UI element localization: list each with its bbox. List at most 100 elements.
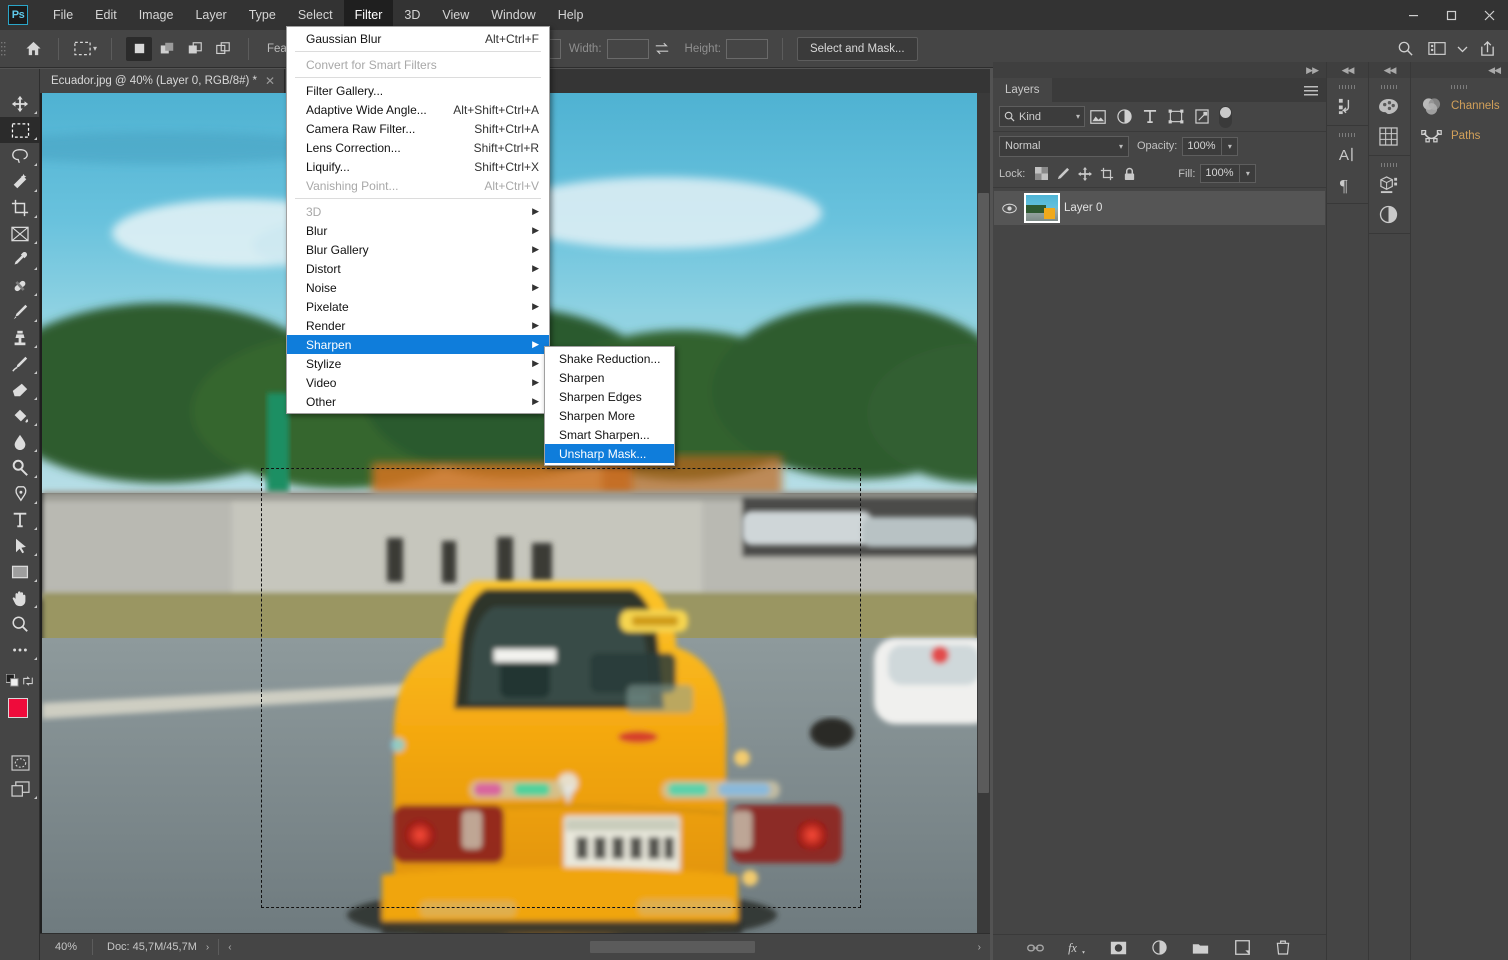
new-group-icon[interactable]	[1188, 937, 1214, 959]
chevron-down-icon[interactable]: ▾	[1076, 112, 1080, 121]
menu-item-shake-reduction[interactable]: Shake Reduction...	[545, 349, 674, 368]
menu-item-gaussian-blur[interactable]: Gaussian Blur Alt+Ctrl+F	[287, 29, 549, 48]
sharpen-submenu[interactable]: Shake Reduction... Sharpen Sharpen Edges…	[544, 346, 675, 466]
panel-menu-icon[interactable]	[1304, 84, 1318, 102]
type-tool[interactable]	[0, 507, 40, 533]
menu-item-video[interactable]: Video ▶	[287, 373, 549, 392]
crop-tool[interactable]	[0, 195, 40, 221]
menu-layer[interactable]: Layer	[184, 0, 237, 30]
filter-enable-toggle[interactable]	[1219, 106, 1232, 128]
menu-file[interactable]: File	[42, 0, 84, 30]
panel-button-channels[interactable]: Channels	[1411, 91, 1508, 121]
double-chevron-left-icon[interactable]: ◀◀	[1342, 65, 1354, 76]
color-swatches-icon[interactable]	[1369, 91, 1407, 121]
menu-item-adaptive-wide-angle[interactable]: Adaptive Wide Angle... Alt+Shift+Ctrl+A	[287, 100, 549, 119]
layer-visibility-icon[interactable]	[998, 203, 1020, 214]
magic-wand-tool[interactable]	[0, 169, 40, 195]
maximize-button[interactable]	[1432, 0, 1470, 30]
brush-tool[interactable]	[0, 299, 40, 325]
lock-artboard-icon[interactable]	[1096, 163, 1118, 185]
swap-arrows-icon[interactable]	[649, 37, 675, 61]
menu-image[interactable]: Image	[128, 0, 185, 30]
menu-item-unsharp-mask[interactable]: Unsharp Mask...	[545, 444, 674, 463]
fill-chevron-icon[interactable]: ▾	[1240, 164, 1256, 183]
panel-button-paths[interactable]: Paths	[1411, 121, 1508, 151]
pixel-layer-filter-icon[interactable]	[1085, 105, 1111, 129]
filter-menu[interactable]: Gaussian Blur Alt+Ctrl+F Convert for Sma…	[286, 26, 550, 414]
lock-all-icon[interactable]	[1118, 163, 1140, 185]
chevron-down-icon[interactable]: ▾	[1119, 142, 1123, 151]
move-tool[interactable]	[0, 91, 40, 117]
close-button[interactable]	[1470, 0, 1508, 30]
status-expand-arrow-icon[interactable]: ›	[197, 942, 218, 953]
character-icon[interactable]: A	[1327, 139, 1365, 169]
zoom-level[interactable]: 40%	[40, 941, 92, 953]
dodge-tool[interactable]	[0, 455, 40, 481]
close-icon[interactable]: ✕	[265, 74, 275, 88]
layer-style-fx-icon[interactable]: fx	[1064, 937, 1090, 959]
link-layers-icon[interactable]	[1023, 937, 1049, 959]
menu-item-smart-sharpen[interactable]: Smart Sharpen...	[545, 425, 674, 444]
menu-item-noise[interactable]: Noise ▶	[287, 278, 549, 297]
menu-item-sharpen[interactable]: Sharpen	[545, 368, 674, 387]
menu-edit[interactable]: Edit	[84, 0, 128, 30]
double-chevron-left-icon[interactable]: ◀◀	[1384, 65, 1396, 76]
menu-item-render[interactable]: Render ▶	[287, 316, 549, 335]
double-chevron-right-icon[interactable]: ▶▶	[1306, 65, 1318, 76]
filter-kind-select[interactable]: Kind ▾	[999, 106, 1085, 127]
frame-tool[interactable]	[0, 221, 40, 247]
adjustments-icon[interactable]	[1369, 199, 1407, 229]
scroll-right-arrow-icon[interactable]: ›	[969, 942, 990, 953]
canvas-vertical-scrollbar[interactable]	[977, 93, 990, 933]
panel-grip-5[interactable]	[1411, 82, 1508, 91]
rail-collapse-bar-2[interactable]: ◀◀	[1369, 62, 1410, 78]
lock-image-pixels-icon[interactable]	[1052, 163, 1074, 185]
workspace-icon[interactable]	[1422, 35, 1452, 63]
blur-tool[interactable]	[0, 429, 40, 455]
panel-grip-3[interactable]	[1369, 82, 1410, 91]
spot-healing-brush-tool[interactable]	[0, 273, 40, 299]
new-adjustment-layer-icon[interactable]	[1146, 937, 1172, 959]
table-row[interactable]: Layer 0	[994, 191, 1325, 225]
panel-grip-2[interactable]	[1327, 130, 1368, 139]
zoom-tool[interactable]	[0, 611, 40, 637]
color-swatches[interactable]	[0, 694, 40, 738]
foreground-color-swatch[interactable]	[8, 698, 28, 718]
clone-stamp-tool[interactable]	[0, 325, 40, 351]
menu-item-stylize[interactable]: Stylize ▶	[287, 354, 549, 373]
minimize-button[interactable]	[1394, 0, 1432, 30]
rail-collapse-bar-3[interactable]: ◀◀	[1411, 62, 1508, 78]
tab-layers[interactable]: Layers	[993, 78, 1052, 102]
select-and-mask-button[interactable]: Select and Mask...	[797, 37, 918, 61]
new-selection-button[interactable]	[126, 37, 152, 61]
eyedropper-tool[interactable]	[0, 247, 40, 273]
menu-item-pixelate[interactable]: Pixelate ▶	[287, 297, 549, 316]
menu-item-other[interactable]: Other ▶	[287, 392, 549, 411]
swap-colors-icon[interactable]	[22, 674, 34, 692]
intersect-with-selection-button[interactable]	[210, 37, 236, 61]
layer-name[interactable]: Layer 0	[1064, 202, 1102, 214]
history-brush-tool[interactable]	[0, 351, 40, 377]
menu-item-distort[interactable]: Distort ▶	[287, 259, 549, 278]
height-input[interactable]	[726, 39, 768, 59]
menu-item-lens-correction[interactable]: Lens Correction... Shift+Ctrl+R	[287, 138, 549, 157]
scrollbar-thumb[interactable]	[590, 941, 755, 953]
panel-grip[interactable]	[1327, 82, 1368, 91]
horizontal-scrollbar[interactable]	[245, 941, 965, 953]
document-tab-ecuador[interactable]: Ecuador.jpg @ 40% (Layer 0, RGB/8#) * ✕	[40, 69, 285, 93]
menu-item-filter-gallery[interactable]: Filter Gallery...	[287, 81, 549, 100]
rectangle-tool[interactable]	[0, 559, 40, 585]
delete-layer-icon[interactable]	[1270, 937, 1296, 959]
menu-item-sharpen[interactable]: Sharpen ▶	[287, 335, 549, 354]
scroll-left-arrow-icon[interactable]: ‹	[219, 942, 240, 953]
edit-toolbar-button[interactable]	[0, 637, 40, 663]
lock-transparent-pixels-icon[interactable]	[1030, 163, 1052, 185]
search-icon[interactable]	[1390, 35, 1420, 63]
paragraph-icon[interactable]: ¶	[1327, 169, 1365, 199]
hand-tool[interactable]	[0, 585, 40, 611]
default-colors-icon[interactable]	[6, 674, 19, 692]
lock-position-icon[interactable]	[1074, 163, 1096, 185]
blend-mode-select[interactable]: Normal ▾	[999, 136, 1129, 157]
share-icon[interactable]	[1472, 35, 1502, 63]
home-icon[interactable]	[16, 30, 50, 68]
